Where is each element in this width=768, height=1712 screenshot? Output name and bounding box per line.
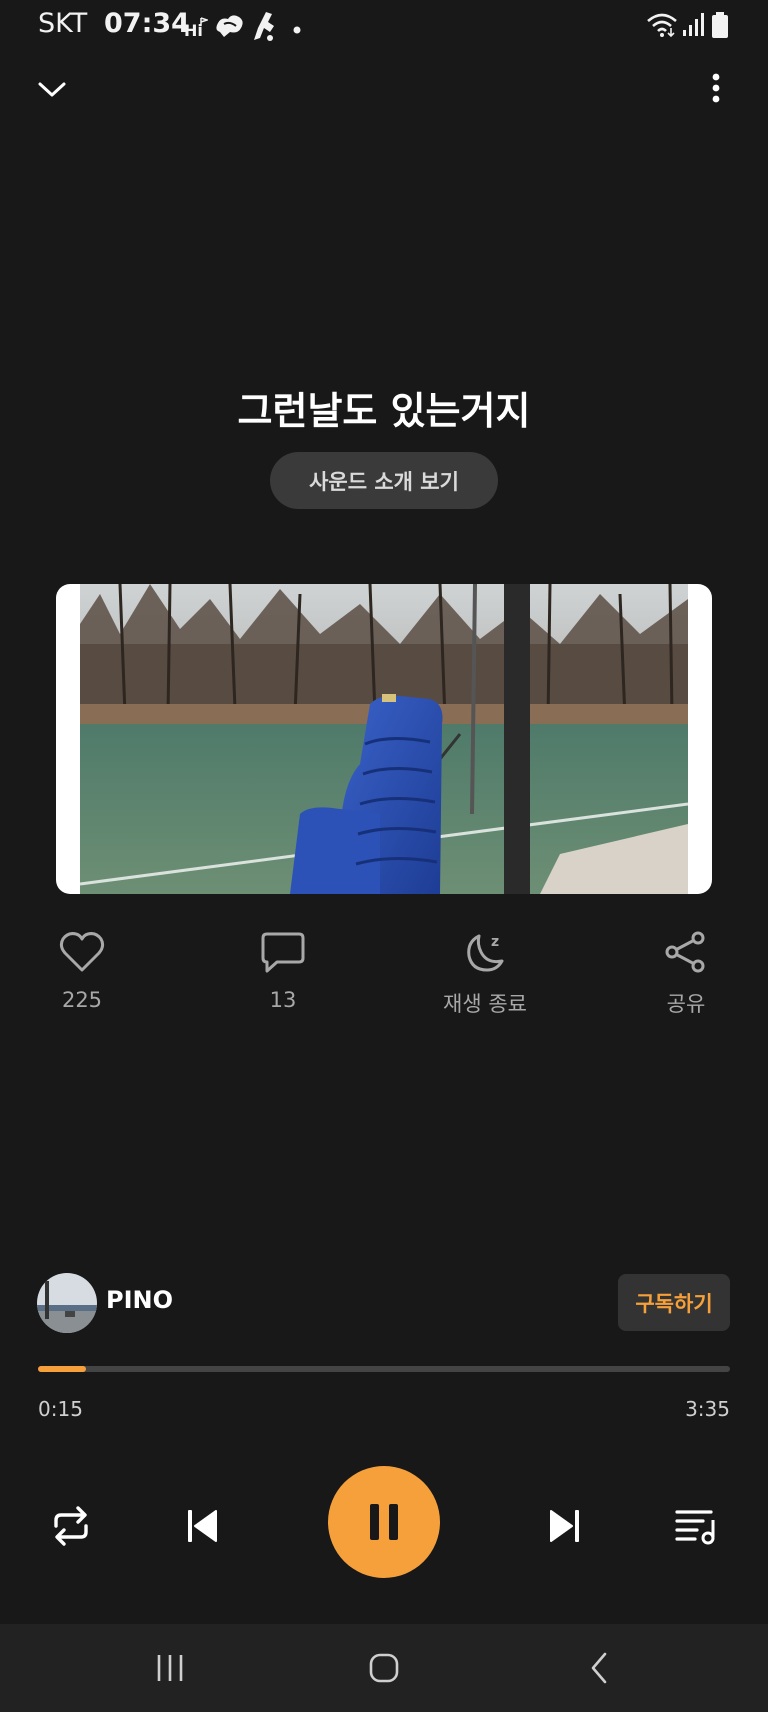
progress-bar[interactable] — [38, 1366, 730, 1372]
comment-icon — [261, 932, 305, 973]
heart-icon — [59, 932, 105, 972]
hi-flag-icon: Hi — [184, 14, 210, 45]
current-time: 0:15 — [38, 1397, 83, 1421]
back-button[interactable] — [570, 1644, 630, 1692]
playlist-button[interactable] — [666, 1496, 726, 1556]
share-icon — [665, 931, 705, 973]
dot-icon — [292, 20, 302, 39]
svg-text:Hi: Hi — [184, 21, 203, 40]
comment-button[interactable]: 13 — [213, 930, 353, 1012]
avatar[interactable] — [37, 1273, 97, 1333]
artist-name[interactable]: PINO — [106, 1286, 173, 1314]
previous-button[interactable] — [172, 1496, 232, 1556]
status-bar: SKT 07:34 Hi — [0, 0, 768, 56]
sound-intro-button[interactable]: 사운드 소개 보기 — [270, 452, 498, 509]
more-options-button[interactable] — [694, 68, 738, 112]
repeat-button[interactable] — [41, 1496, 101, 1556]
pause-icon — [370, 1504, 398, 1540]
track-title: 그런날도 있는거지 — [237, 389, 531, 433]
playlist-icon — [675, 1510, 715, 1545]
artist-avatar-image — [37, 1273, 97, 1333]
more-vertical-icon — [712, 73, 720, 103]
cloud-notification-icon — [214, 12, 246, 44]
share-button[interactable]: 공유 — [616, 930, 756, 1018]
next-button[interactable] — [535, 1496, 595, 1556]
recent-apps-button[interactable] — [140, 1644, 200, 1692]
sleep-timer-label: 재생 종료 — [443, 992, 527, 1016]
status-time: 07:34 — [104, 8, 190, 39]
sleep-timer-icon: z — [467, 934, 504, 972]
home-button[interactable] — [354, 1644, 414, 1692]
system-nav-bar — [0, 1624, 768, 1712]
share-label: 공유 — [666, 992, 706, 1016]
carrier-label: SKT — [38, 8, 88, 39]
running-app-icon — [250, 10, 278, 46]
sleep-timer-button[interactable]: z 재생 종료 — [415, 930, 555, 1018]
recent-apps-icon — [157, 1655, 183, 1681]
home-icon — [369, 1653, 399, 1683]
chevron-down-icon — [38, 82, 66, 97]
like-button[interactable]: 225 — [12, 930, 152, 1012]
repeat-icon — [54, 1506, 88, 1546]
previous-icon — [188, 1510, 217, 1542]
like-count: 225 — [61, 988, 103, 1012]
svg-text:z: z — [491, 934, 499, 950]
next-icon — [550, 1510, 579, 1542]
subscribe-button[interactable]: 구독하기 — [618, 1274, 730, 1331]
battery-icon — [712, 12, 728, 42]
total-time: 3:35 — [685, 1397, 730, 1421]
back-icon — [591, 1652, 607, 1684]
wifi-icon — [646, 12, 678, 42]
cover-art — [56, 584, 712, 894]
signal-icon — [682, 12, 704, 42]
collapse-button[interactable] — [30, 68, 74, 112]
progress-fill — [38, 1366, 87, 1372]
pause-button[interactable] — [328, 1466, 440, 1578]
comment-count: 13 — [269, 988, 297, 1012]
cover-photo — [80, 584, 688, 894]
